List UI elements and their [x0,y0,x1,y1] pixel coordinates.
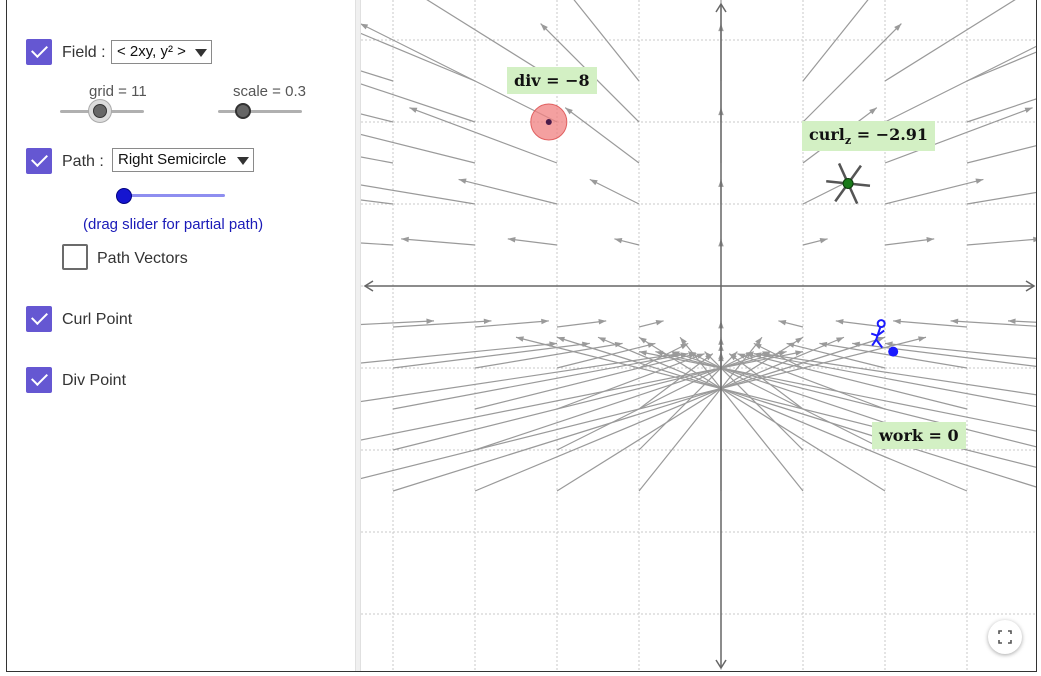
partial-path-slider-track[interactable] [123,194,225,197]
field-dropdown-value: < 2xy, y² > [117,43,186,60]
field-arrowhead [795,337,803,344]
field-arrow [638,336,763,492]
geogebra-applet: Field : < 2xy, y² > grid = 11 scale = 0.… [6,0,1037,672]
field-arrow [361,184,476,205]
partial-path-hint: (drag slider for partial path) [83,216,264,233]
scale-slider-knob[interactable] [235,103,251,119]
path-end-point[interactable] [888,346,899,357]
field-arrow [638,351,738,451]
partial-path-slider-knob[interactable] [116,188,132,204]
field-arrow [361,351,804,441]
field-arrowhead [361,23,369,30]
field-arrow [361,342,558,364]
caret-down-icon [195,49,207,57]
work-value-label: work = 0 [872,422,966,449]
scale-slider-track[interactable] [218,110,302,113]
field-arrowhead [819,238,828,244]
div-point-marker[interactable] [530,103,568,141]
field-arrow [564,107,640,164]
field-arrow [753,353,1036,408]
path-vectors-checkbox[interactable] [62,244,88,270]
field-arrow [802,23,902,123]
fullscreen-button[interactable] [988,620,1022,654]
field-arrowhead [507,237,516,243]
field-arrowhead [1033,236,1036,243]
field-arrow [589,178,640,205]
field-arrowhead [614,238,623,244]
path-dropdown[interactable]: Right Semicircle [112,148,254,172]
field-arrow [597,336,968,492]
field-arrow [556,351,755,451]
field-arrowhead [836,337,844,343]
field-arrow [966,238,1036,246]
field-arrow [884,178,984,205]
field-arrowhead [598,319,607,325]
scale-slider-caption: scale = 0.3 [233,83,306,100]
field-arrow [474,342,623,369]
grid-slider-knob[interactable] [88,99,112,123]
field-arrowhead [1024,107,1033,113]
div-value-label: div = −8 [507,67,597,94]
field-arrow [401,238,476,246]
caret-down-icon [237,157,249,165]
field-arrowhead [778,320,787,326]
vector-field-arrows [361,0,1036,492]
field-arrow [361,199,394,205]
field-arrowhead [409,107,418,113]
grid-slider-caption: grid = 11 [89,83,147,100]
field-arrowhead [639,337,647,344]
grid-lines [361,0,1036,671]
path-vectors-label: Path Vectors [97,250,188,267]
curl-point-checkbox[interactable] [26,306,52,332]
field-checkbox[interactable] [26,39,52,65]
field-arrowhead [835,319,844,325]
field-arrowhead [557,336,565,343]
div-point-label: Div Point [62,372,127,389]
field-arrowhead [598,337,606,343]
field-arrow [361,320,435,326]
field-arrow [884,342,1036,360]
div-point-center[interactable] [545,119,552,125]
path-label: Path : [62,153,104,170]
field-arrow [361,336,927,480]
path-checkbox[interactable] [26,148,52,174]
field-arrowhead [975,178,984,184]
field-arrow [704,351,804,451]
field-arrowhead [918,336,926,342]
field-arrowhead [565,107,573,115]
field-arrowhead [869,107,877,115]
axes [363,2,1036,670]
field-arrow [966,98,1036,123]
field-arrowhead [458,178,467,184]
field-arrowhead [1008,318,1016,324]
curl-point-label: Curl Point [62,311,133,328]
field-label: Field : [62,44,106,61]
vector-field-plot[interactable] [361,0,1037,672]
field-arrow [966,145,1036,164]
fullscreen-icon [998,630,1012,644]
field-arrow [884,45,1036,123]
curl-point-marker[interactable] [826,162,871,205]
curl-point-center[interactable] [842,178,854,189]
field-arrow [392,342,590,369]
control-panel: Field : < 2xy, y² > grid = 11 scale = 0.… [7,0,355,671]
field-arrowhead [655,320,664,326]
field-arrow [361,242,394,246]
curl-value-label: curlz = −2.91 [802,121,936,152]
field-arrowhead [950,318,959,325]
field-dropdown[interactable]: < 2xy, y² > [111,40,212,64]
graphics-view[interactable]: div = −8 curlz = −2.91 work = 0 [361,0,1037,672]
field-arrow [458,178,558,205]
field-arrowhead [483,318,492,325]
field-arrow [638,351,1036,432]
field-arrowhead [926,237,935,243]
field-arrowhead [589,179,598,186]
div-point-checkbox[interactable] [26,367,52,393]
field-arrowhead [426,318,434,324]
field-arrowhead [516,336,524,342]
path-dropdown-value: Right Semicircle [118,151,227,168]
